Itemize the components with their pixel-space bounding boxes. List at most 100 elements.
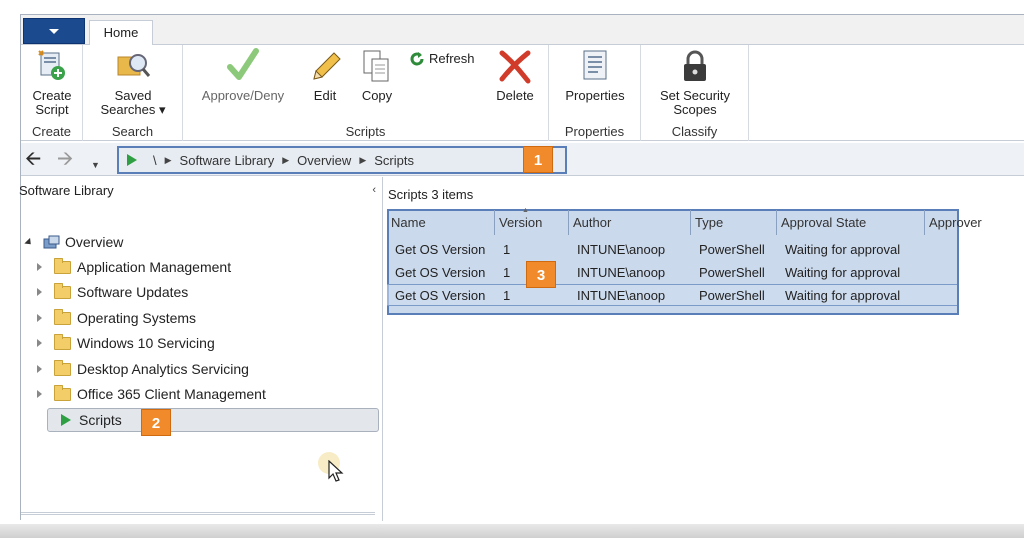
- tree-label: Windows 10 Servicing: [77, 335, 215, 351]
- expand-arrow-icon[interactable]: [37, 390, 42, 398]
- cell-approver: [925, 285, 955, 305]
- cell-type: PowerShell: [699, 265, 765, 280]
- create-script-label-2: Script: [35, 102, 69, 117]
- tree-label: Overview: [65, 234, 124, 250]
- expand-arrow-icon[interactable]: [37, 288, 42, 296]
- bottom-shadow: [0, 524, 1024, 538]
- column-header-type[interactable]: Type: [691, 210, 777, 235]
- pane-splitter[interactable]: [21, 512, 375, 515]
- tree-item-application-management[interactable]: Application Management: [37, 256, 231, 278]
- file-menu-button[interactable]: [23, 18, 85, 44]
- expand-arrow-icon[interactable]: [37, 263, 42, 271]
- tree-item-desktop-analytics-servicing[interactable]: Desktop Analytics Servicing: [37, 358, 249, 380]
- column-header-version[interactable]: Version: [495, 210, 569, 235]
- refresh-icon: [409, 51, 425, 67]
- tree-item-scripts[interactable]: Scripts: [61, 409, 122, 431]
- table-header: Name Version Author Type Approval State …: [387, 210, 1024, 235]
- column-header-name[interactable]: Name: [387, 210, 495, 235]
- group-label-create: Create: [31, 124, 72, 139]
- table-row[interactable]: Get OS Version 1 INTUNE\anoop PowerShell…: [387, 239, 1024, 261]
- tree-item-overview[interactable]: Overview: [24, 231, 124, 253]
- collapse-pane-icon[interactable]: ‹: [372, 184, 376, 196]
- breadcrumb-scripts[interactable]: Scripts: [374, 153, 414, 168]
- table-row[interactable]: Get OS Version 1 INTUNE\anoop PowerShell…: [387, 262, 1024, 284]
- app-window: Home Create Script Create Saved Searches…: [19, 14, 1024, 521]
- set-security-scopes-button[interactable]: Set Security Scopes: [649, 47, 741, 117]
- breadcrumb-software-library[interactable]: Software Library: [180, 153, 275, 168]
- cell-approver: [925, 239, 1024, 261]
- edit-button[interactable]: Edit: [303, 47, 347, 103]
- results-title: Scripts 3 items: [388, 187, 474, 202]
- pencil-icon: [306, 47, 344, 85]
- properties-label: Properties: [565, 88, 625, 103]
- lock-icon: [676, 47, 714, 85]
- folder-icon: [54, 308, 71, 325]
- ribbon-group-properties: Properties Properties: [549, 45, 641, 141]
- pane-title: Software Library: [19, 183, 114, 198]
- group-label-properties: Properties: [564, 124, 625, 139]
- tree-item-office-365-client-management[interactable]: Office 365 Client Management: [37, 383, 266, 405]
- cell-name: Get OS Version: [395, 242, 486, 257]
- ribbon-tab-bar: Home: [21, 15, 1024, 46]
- ribbon-group-create: Create Script Create: [21, 45, 83, 141]
- properties-button[interactable]: Properties: [559, 47, 631, 103]
- cell-approval-state: Waiting for approval: [785, 242, 901, 257]
- cell-name: Get OS Version: [395, 265, 486, 280]
- tree-label: Office 365 Client Management: [77, 386, 266, 402]
- expand-arrow-icon[interactable]: [37, 339, 42, 347]
- column-header-approval-state[interactable]: Approval State: [777, 210, 925, 235]
- copy-button[interactable]: Copy: [355, 47, 399, 103]
- approve-deny-button[interactable]: Approve/Deny: [195, 47, 291, 103]
- back-arrow-icon[interactable]: 🡨: [25, 149, 41, 169]
- cell-version: 1: [503, 288, 511, 303]
- folder-icon: [54, 359, 71, 376]
- tab-home[interactable]: Home: [89, 20, 153, 46]
- expand-arrow-icon[interactable]: [37, 314, 42, 322]
- expanded-arrow-icon[interactable]: [24, 237, 34, 247]
- column-header-author[interactable]: Author: [569, 210, 691, 235]
- play-icon: [61, 414, 71, 426]
- folder-icon: [54, 282, 71, 299]
- refresh-label: Refresh: [429, 51, 475, 66]
- left-margin: [0, 0, 20, 524]
- ribbon-group-classify: Set Security Scopes Classify: [641, 45, 749, 141]
- tree-label: Operating Systems: [77, 310, 197, 326]
- results-pane: Scripts 3 items Name Version Author Type…: [384, 177, 1024, 521]
- ribbon-group-scripts: Approve/Deny Edit Copy Refresh Delete Sc…: [183, 45, 549, 141]
- expand-arrow-icon[interactable]: [37, 365, 42, 373]
- saved-searches-label-2: Searches ▾: [100, 102, 166, 117]
- tree-item-windows-10-servicing[interactable]: Windows 10 Servicing: [37, 332, 215, 354]
- callout-badge-1: 1: [523, 146, 553, 173]
- saved-searches-label-1: Saved: [114, 88, 152, 103]
- breadcrumb-root[interactable]: \: [153, 153, 157, 168]
- group-label-classify: Classify: [671, 124, 718, 139]
- approve-deny-label: Approve/Deny: [201, 88, 285, 103]
- ribbon-group-search: Saved Searches ▾ Search: [83, 45, 183, 141]
- tree-item-operating-systems[interactable]: Operating Systems: [37, 307, 196, 329]
- create-script-label-1: Create: [32, 88, 72, 103]
- saved-searches-button[interactable]: Saved Searches ▾: [97, 47, 169, 117]
- play-icon: [127, 154, 137, 166]
- group-label-scripts: Scripts: [345, 124, 386, 139]
- tree-item-software-updates[interactable]: Software Updates: [37, 281, 188, 303]
- create-script-button[interactable]: Create Script: [25, 47, 79, 117]
- refresh-button[interactable]: Refresh: [409, 51, 485, 67]
- breadcrumb-overview[interactable]: Overview: [297, 153, 351, 168]
- folder-icon: [54, 333, 71, 350]
- cell-approval-state: Waiting for approval: [785, 265, 901, 280]
- callout-badge-3: 3: [526, 261, 556, 288]
- tree-label: Software Updates: [77, 284, 189, 300]
- sort-indicator-icon: ▲: [522, 207, 529, 214]
- forward-arrow-icon[interactable]: 🡪: [57, 149, 73, 169]
- delete-button[interactable]: Delete: [489, 47, 541, 103]
- chevron-down-icon[interactable]: ▼: [91, 155, 100, 175]
- ribbon: Create Script Create Saved Searches ▾ Se…: [21, 45, 1024, 141]
- folder-icon: [54, 384, 71, 401]
- breadcrumb[interactable]: \ ▶ Software Library ▶ Overview ▶ Script…: [117, 146, 567, 174]
- column-header-approver[interactable]: Approver: [925, 210, 1024, 235]
- table-row-selected[interactable]: Get OS Version 1 INTUNE\anoop PowerShell…: [387, 284, 957, 306]
- breadcrumb-separator-icon: ▶: [359, 154, 367, 165]
- mouse-cursor-icon: [328, 459, 344, 485]
- set-scopes-label-1: Set Security: [659, 88, 731, 103]
- cell-author: INTUNE\anoop: [577, 288, 666, 303]
